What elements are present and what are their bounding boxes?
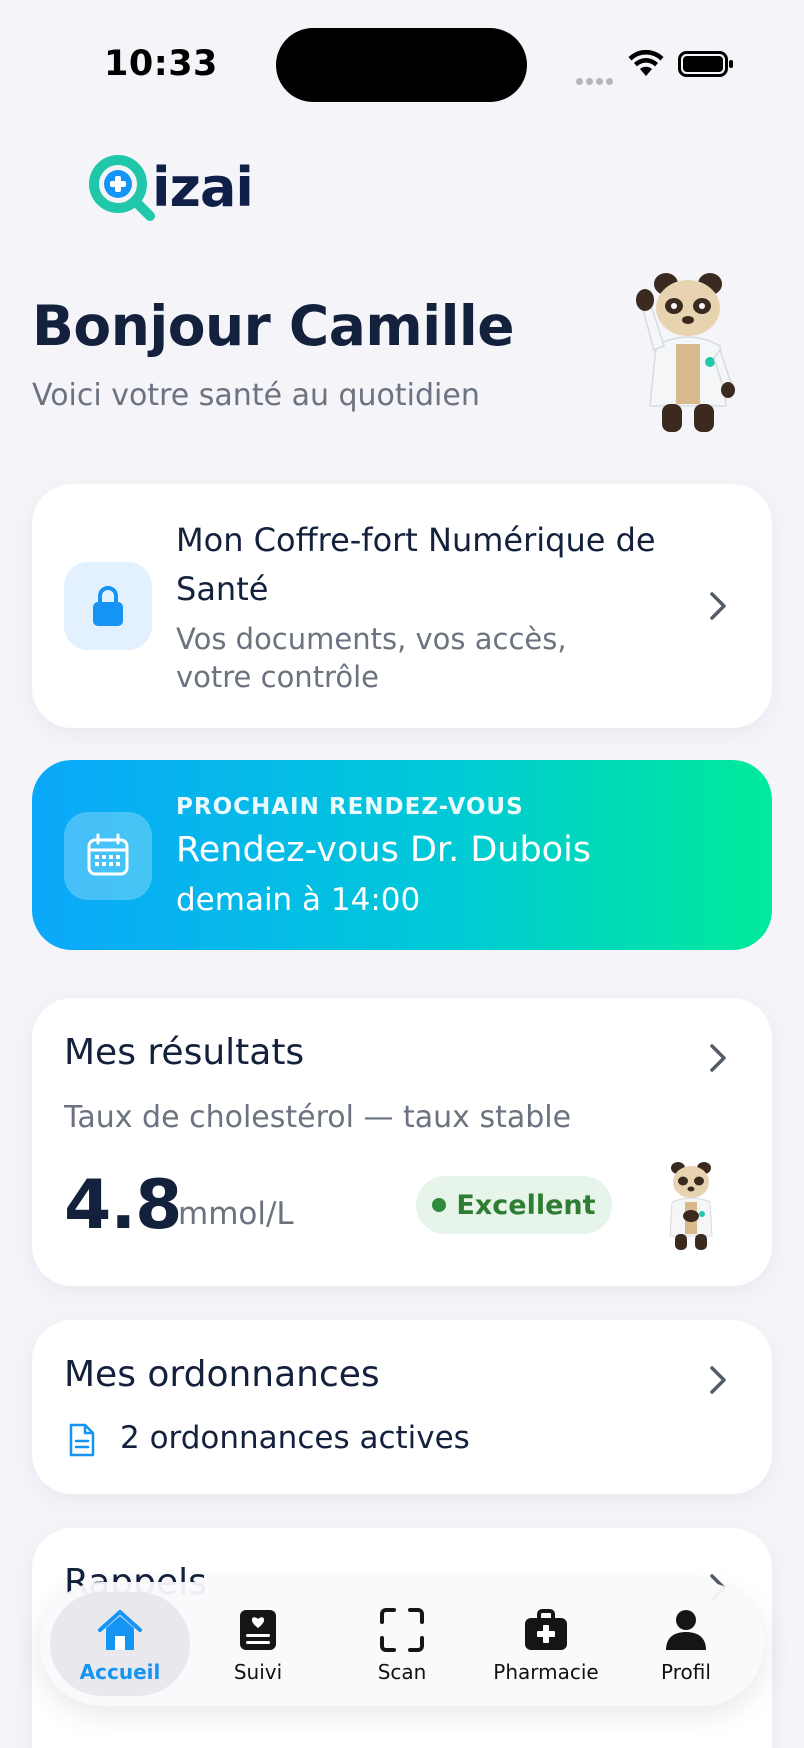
dynamic-island (276, 28, 527, 102)
chevron-right-icon (710, 592, 726, 620)
tab-label: Profil (661, 1660, 711, 1684)
status-bar: 10:33 (0, 0, 804, 120)
tab-suivi[interactable]: Suivi (188, 1592, 328, 1696)
vault-icon-tile (64, 562, 152, 650)
status-time: 10:33 (104, 44, 218, 84)
person-icon (666, 1610, 706, 1650)
results-subtitle: Taux de cholestérol — taux stable (64, 1100, 572, 1135)
document-icon (69, 1423, 95, 1457)
panda-mascot-small (669, 1162, 713, 1250)
chevron-right-icon (710, 1366, 726, 1394)
cholesterol-value: 4.8 (64, 1166, 182, 1245)
scan-icon (380, 1608, 424, 1652)
appointment-title: Rendez-vous Dr. Dubois (176, 830, 592, 870)
status-badge: Excellent (416, 1176, 612, 1234)
prescriptions-title: Mes ordonnances (64, 1354, 380, 1395)
greeting-subtitle: Voici votre santé au quotidien (32, 378, 480, 413)
prescriptions-card[interactable]: Mes ordonnances 2 ordonnances actives (32, 1320, 772, 1494)
tab-accueil[interactable]: Accueil (50, 1592, 190, 1696)
tab-scan[interactable]: Scan (332, 1592, 472, 1696)
app-logo: izai (86, 152, 254, 222)
greeting-title: Bonjour Camille (32, 294, 515, 358)
appointment-label: PROCHAIN RENDEZ-VOUS (176, 794, 524, 820)
journal-icon (240, 1610, 276, 1650)
tab-label: Scan (377, 1660, 427, 1684)
panda-mascot-waving (636, 273, 735, 432)
vault-title: Mon Coffre-fort Numérique de Santé (176, 521, 656, 608)
tab-label: Accueil (79, 1660, 161, 1684)
status-badge-label: Excellent (456, 1189, 596, 1221)
tab-bar: Accueil Suivi Scan Pharmacie Profil (40, 1582, 764, 1706)
battery-icon (678, 51, 733, 77)
chevron-right-icon (710, 1044, 726, 1072)
appointment-icon-tile (64, 812, 152, 900)
logo-text: izai (152, 155, 254, 219)
tab-label: Suivi (233, 1660, 283, 1684)
next-appointment-card[interactable]: PROCHAIN RENDEZ-VOUS Rendez-vous Dr. Dub… (32, 760, 772, 950)
results-title: Mes résultats (64, 1032, 305, 1073)
logo-magnifier-icon (89, 155, 155, 221)
tab-profil[interactable]: Profil (616, 1592, 756, 1696)
vault-card[interactable]: Mon Coffre-fort Numérique de Santé Vos d… (32, 484, 772, 728)
calendar-icon (87, 833, 129, 876)
home-icon (98, 1610, 142, 1650)
cholesterol-unit: mmol/L (178, 1196, 294, 1232)
wifi-icon (628, 50, 664, 76)
lock-icon (93, 586, 123, 626)
results-card[interactable]: Mes résultats Taux de cholestérol — taux… (32, 998, 772, 1286)
medkit-icon (525, 1609, 567, 1650)
cellular-signal-icon (576, 70, 616, 85)
appointment-time: demain à 14:00 (176, 882, 421, 918)
tab-pharmacie[interactable]: Pharmacie (476, 1592, 616, 1696)
active-prescriptions-count: 2 ordonnances actives (120, 1420, 470, 1456)
tab-label: Pharmacie (493, 1660, 599, 1684)
status-dot (432, 1198, 447, 1212)
vault-subtitle: Vos documents, vos accès, votre contrôle (176, 622, 567, 694)
